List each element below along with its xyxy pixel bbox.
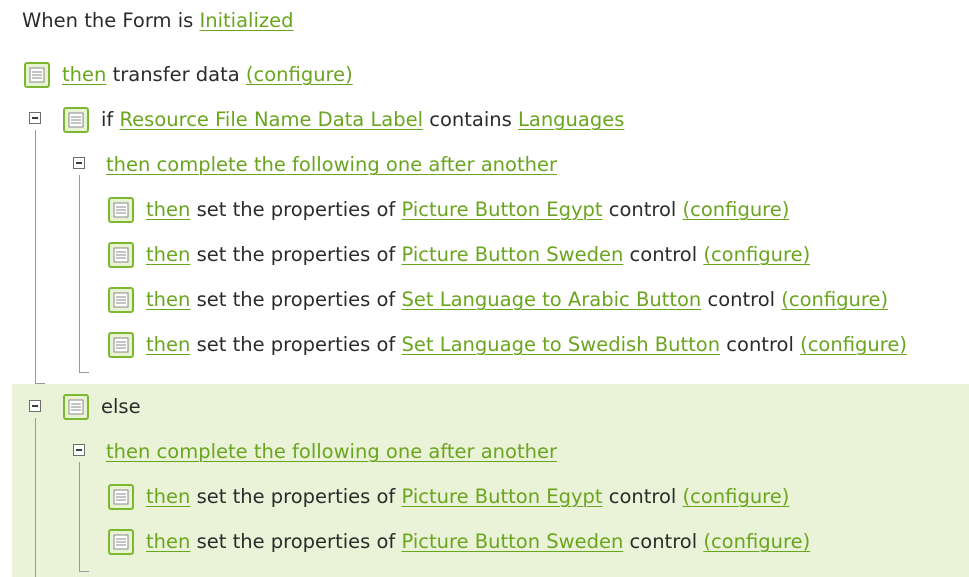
target-control-link[interactable]: Picture Button Egypt: [402, 198, 603, 221]
then-link[interactable]: then: [146, 198, 190, 221]
action-prefix: set the properties of: [196, 288, 396, 311]
sequence-link[interactable]: then complete the following one after an…: [106, 153, 557, 176]
configure-link[interactable]: (configure): [246, 63, 353, 86]
action-list-icon: [24, 62, 50, 88]
then-link[interactable]: then: [62, 63, 106, 86]
configure-link[interactable]: (configure): [703, 243, 810, 266]
tree-line: [79, 571, 89, 572]
else-row: else: [101, 393, 141, 421]
tree-line: [35, 383, 45, 384]
action-prefix: set the properties of: [196, 485, 396, 508]
collapse-else-toggle[interactable]: [29, 400, 41, 412]
target-control-link[interactable]: Picture Button Sweden: [402, 530, 624, 553]
sequence-link[interactable]: then complete the following one after an…: [106, 440, 557, 463]
collapse-sequence-toggle[interactable]: [73, 157, 85, 169]
rule-trigger: When the Form is Initialized: [22, 7, 294, 35]
sequence-row: then complete the following one after an…: [106, 151, 557, 179]
action-suffix: control: [608, 198, 677, 221]
else-keyword: else: [101, 395, 141, 418]
action-suffix: control: [707, 288, 776, 311]
action-row: then set the properties of Picture Butto…: [146, 528, 810, 556]
then-link[interactable]: then: [146, 243, 190, 266]
trigger-prefix: When the Form is: [22, 9, 194, 32]
then-link[interactable]: then: [146, 485, 190, 508]
action-suffix: control: [629, 530, 698, 553]
tree-line: [35, 130, 36, 383]
action-row: then set the properties of Picture Butto…: [146, 241, 810, 269]
action-prefix: set the properties of: [196, 333, 396, 356]
target-control-link[interactable]: Set Language to Swedish Button: [402, 333, 721, 356]
then-link[interactable]: then: [146, 288, 190, 311]
configure-link[interactable]: (configure): [703, 530, 810, 553]
action-text: transfer data: [112, 63, 240, 86]
condition-operator: contains: [429, 108, 512, 131]
if-condition: if Resource File Name Data Label contain…: [101, 106, 624, 134]
collapse-sequence-toggle[interactable]: [73, 444, 85, 456]
target-control-link[interactable]: Picture Button Sweden: [402, 243, 624, 266]
tree-line: [79, 175, 80, 372]
condition-field-link[interactable]: Resource File Name Data Label: [120, 108, 424, 131]
sequence-row: then complete the following one after an…: [106, 438, 557, 466]
tree-line: [79, 372, 89, 373]
action-list-icon: [108, 529, 134, 555]
configure-link[interactable]: (configure): [800, 333, 907, 356]
tree-line: [35, 418, 36, 577]
action-list-icon: [108, 242, 134, 268]
target-control-link[interactable]: Set Language to Arabic Button: [402, 288, 702, 311]
tree-line: [79, 462, 80, 571]
action-suffix: control: [608, 485, 677, 508]
configure-link[interactable]: (configure): [683, 198, 790, 221]
action-prefix: set the properties of: [196, 530, 396, 553]
action-suffix: control: [726, 333, 794, 356]
rule-transfer-data: then transfer data (configure): [62, 61, 353, 89]
configure-link[interactable]: (configure): [683, 485, 790, 508]
action-row: then set the properties of Picture Butto…: [146, 483, 789, 511]
target-control-link[interactable]: Picture Button Egypt: [402, 485, 603, 508]
action-list-icon: [108, 197, 134, 223]
event-initialized-link[interactable]: Initialized: [200, 9, 294, 32]
then-link[interactable]: then: [146, 333, 190, 356]
condition-value-link[interactable]: Languages: [518, 108, 624, 131]
if-keyword: if: [101, 108, 114, 131]
action-list-icon: [63, 107, 89, 133]
collapse-if-toggle[interactable]: [29, 112, 41, 124]
action-row: then set the properties of Picture Butto…: [146, 196, 789, 224]
action-list-icon: [63, 394, 89, 420]
action-row: then set the properties of Set Language …: [146, 286, 888, 314]
action-prefix: set the properties of: [196, 243, 396, 266]
configure-link[interactable]: (configure): [781, 288, 888, 311]
action-row: then set the properties of Set Language …: [146, 331, 907, 359]
then-link[interactable]: then: [146, 530, 190, 553]
action-prefix: set the properties of: [196, 198, 396, 221]
action-list-icon: [108, 484, 134, 510]
action-suffix: control: [629, 243, 698, 266]
action-list-icon: [108, 332, 134, 358]
action-list-icon: [108, 287, 134, 313]
